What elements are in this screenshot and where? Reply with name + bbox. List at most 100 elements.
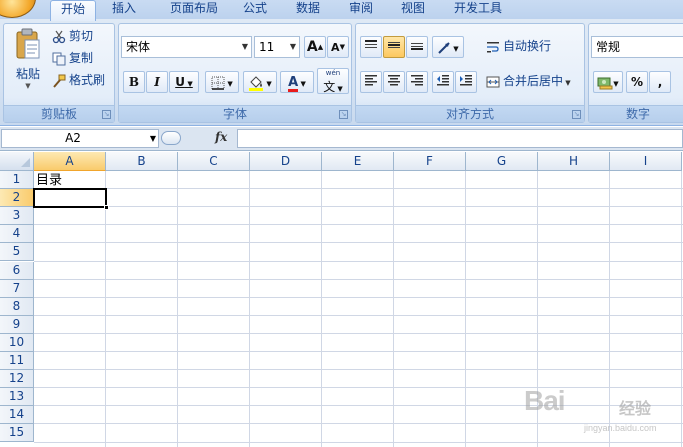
gridline-horizontal [34, 369, 683, 370]
orientation-button[interactable]: ▼ [432, 36, 464, 58]
fill-color-button[interactable]: ▼ [243, 71, 277, 93]
clipboard-dialog-launcher[interactable]: ↘ [102, 110, 111, 119]
formula-bar: A2 ▼ fx [0, 127, 683, 151]
font-size-combo[interactable]: 11 ▼ [254, 36, 300, 58]
paste-dropdown-icon: ▼ [25, 82, 31, 90]
borders-button[interactable]: ▼ [205, 71, 239, 93]
select-all-button[interactable] [0, 152, 34, 171]
gridline-horizontal [34, 279, 683, 280]
align-top-icon [365, 40, 377, 48]
row-header-4[interactable]: 4 [0, 225, 34, 243]
gridline-horizontal [34, 242, 683, 243]
borders-icon [211, 76, 225, 90]
row-header-7[interactable]: 7 [0, 280, 34, 298]
copy-label: 复制 [69, 51, 94, 65]
row-header-10[interactable]: 10 [0, 334, 34, 352]
row-header-15[interactable]: 15 [0, 424, 34, 442]
fill-handle[interactable] [104, 205, 109, 210]
gridline-horizontal [34, 405, 683, 406]
grow-font-button[interactable]: A▲ [304, 36, 326, 58]
cut-button[interactable]: 剪切 [52, 26, 93, 46]
wrap-text-icon [487, 41, 499, 52]
office-button[interactable] [0, 0, 36, 18]
underline-button[interactable]: U ▼ [169, 71, 199, 93]
merge-center-button[interactable]: 合并后居中 ▼ [486, 71, 571, 91]
row-header-11[interactable]: 11 [0, 352, 34, 370]
column-header-f[interactable]: F [394, 152, 466, 171]
tab-review[interactable]: 审阅 [340, 0, 382, 19]
column-header-g[interactable]: G [466, 152, 538, 171]
tab-view[interactable]: 视图 [392, 0, 434, 19]
row-header-9[interactable]: 9 [0, 316, 34, 334]
row-header-3[interactable]: 3 [0, 207, 34, 225]
increase-indent-button[interactable] [455, 71, 477, 93]
font-group: 宋体 ▼ 11 ▼ A▲ A▼ B I U ▼ ▼ ▼ A ▼ wén 文 ▼ … [118, 23, 352, 123]
format-painter-button[interactable]: 格式刷 [52, 70, 105, 90]
number-group: 常规 ▼ % , 数字 [588, 23, 683, 123]
tab-data[interactable]: 数据 [287, 0, 329, 19]
tab-developer[interactable]: 开发工具 [446, 0, 510, 19]
alignment-dialog-launcher[interactable]: ↘ [572, 110, 581, 119]
row-header-2[interactable]: 2 [0, 189, 34, 207]
column-header-e[interactable]: E [322, 152, 394, 171]
format-painter-label: 格式刷 [69, 73, 106, 87]
accounting-format-button[interactable]: ▼ [593, 71, 623, 93]
align-middle-button[interactable] [383, 36, 405, 58]
row-header-6[interactable]: 6 [0, 262, 34, 280]
formula-bar-resize-handle[interactable] [161, 131, 181, 145]
align-bottom-button[interactable] [406, 36, 428, 58]
align-top-button[interactable] [360, 36, 382, 58]
tab-home[interactable]: 开始 [50, 0, 96, 21]
font-name-combo[interactable]: 宋体 ▼ [121, 36, 252, 58]
comma-button[interactable]: , [649, 71, 671, 93]
format-painter-icon [53, 74, 66, 88]
tab-formulas[interactable]: 公式 [234, 0, 276, 19]
italic-button[interactable]: I [146, 71, 168, 93]
bold-button[interactable]: B [123, 71, 145, 93]
gridline-horizontal [34, 351, 683, 352]
formula-input[interactable] [237, 129, 683, 148]
row-header-8[interactable]: 8 [0, 298, 34, 316]
percent-button[interactable]: % [626, 71, 648, 93]
chevron-down-icon: ▼ [241, 42, 249, 51]
gridline-horizontal [34, 315, 683, 316]
decrease-indent-icon [437, 75, 449, 86]
column-header-h[interactable]: H [538, 152, 610, 171]
name-box[interactable]: A2 ▼ [1, 129, 159, 148]
tab-insert[interactable]: 插入 [103, 0, 145, 19]
row-header-12[interactable]: 12 [0, 370, 34, 388]
font-color-button[interactable]: A ▼ [280, 71, 314, 93]
font-color-icon: A [288, 75, 299, 92]
scissors-icon [52, 30, 66, 43]
phonetic-sup: wén [325, 69, 341, 77]
column-header-c[interactable]: C [178, 152, 250, 171]
shrink-font-icon: A [331, 41, 340, 54]
align-right-button[interactable] [406, 71, 428, 93]
wrap-text-label: 自动换行 [503, 39, 552, 53]
tab-page-layout[interactable]: 页面布局 [157, 0, 231, 19]
paste-button[interactable]: 粘贴 ▼ [8, 26, 48, 100]
insert-function-icon[interactable]: fx [215, 130, 227, 144]
column-header-b[interactable]: B [106, 152, 178, 171]
decrease-indent-button[interactable] [432, 71, 454, 93]
wrap-text-button[interactable]: 自动换行 [486, 36, 551, 56]
row-header-5[interactable]: 5 [0, 243, 34, 261]
phonetic-button[interactable]: wén 文 ▼ [317, 68, 349, 94]
active-cell-a2[interactable] [33, 188, 107, 208]
copy-button[interactable]: 复制 [52, 48, 93, 68]
row-header-1[interactable]: 1 [0, 171, 34, 189]
column-header-a[interactable]: A [34, 152, 106, 171]
align-right-icon [411, 75, 423, 86]
number-format-combo[interactable]: 常规 [591, 36, 683, 58]
align-left-button[interactable] [360, 71, 382, 93]
column-header-d[interactable]: D [250, 152, 322, 171]
align-center-button[interactable] [383, 71, 405, 93]
shrink-font-button[interactable]: A▼ [327, 36, 349, 58]
font-dialog-launcher[interactable]: ↘ [339, 110, 348, 119]
row-header-13[interactable]: 13 [0, 388, 34, 406]
gridline-horizontal [34, 261, 683, 262]
cell-a1[interactable]: 目录 [36, 172, 62, 189]
worksheet-grid[interactable]: ABCDEFGHI 1 2 3 4 5 6 7 8 9 10 11 12 13 14 15 目录 [0, 152, 683, 447]
column-header-i[interactable]: I [610, 152, 682, 171]
row-header-14[interactable]: 14 [0, 406, 34, 424]
